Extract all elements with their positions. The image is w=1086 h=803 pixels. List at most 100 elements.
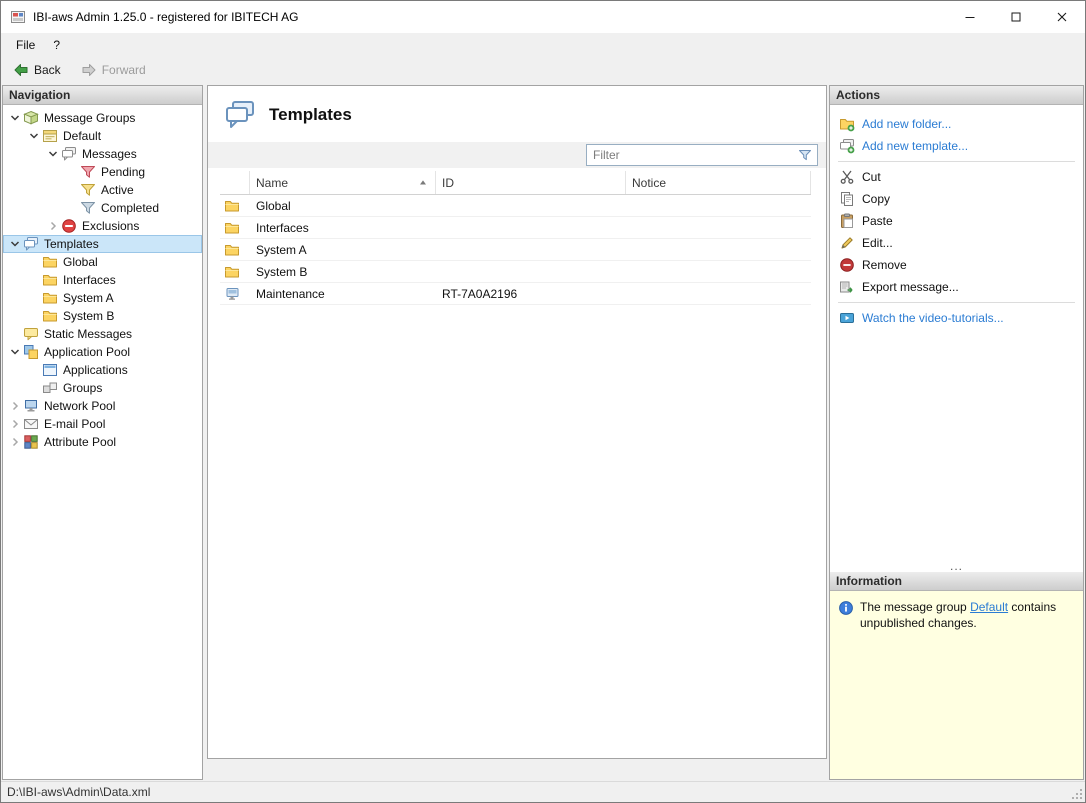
tree-item-application-pool[interactable]: Application Pool bbox=[3, 343, 202, 361]
back-button[interactable]: Back bbox=[7, 60, 67, 80]
table-row-global[interactable]: Global bbox=[220, 195, 811, 217]
cell-name: Global bbox=[250, 195, 436, 216]
cell-name: System A bbox=[250, 239, 436, 260]
tree-item-label: Default bbox=[63, 129, 101, 143]
chevron-down-icon[interactable] bbox=[7, 110, 23, 126]
main-panel: Templates NameIDNotice GlobalInterfacesS… bbox=[207, 85, 827, 759]
column-header-notice[interactable]: Notice bbox=[626, 171, 811, 194]
actions-list: Add new folder...Add new template... Cut C… bbox=[830, 105, 1083, 329]
default-group-link[interactable]: Default bbox=[970, 600, 1008, 614]
action-label: Watch the video-tutorials... bbox=[862, 311, 1004, 325]
chevron-right-icon[interactable] bbox=[7, 416, 23, 432]
groups-icon bbox=[42, 380, 58, 396]
cut-icon bbox=[839, 169, 855, 185]
tree-item-system-b[interactable]: System B bbox=[3, 307, 202, 325]
tree-item-completed[interactable]: Completed bbox=[3, 199, 202, 217]
tree-item-network-pool[interactable]: Network Pool bbox=[3, 397, 202, 415]
message-group-icon bbox=[42, 128, 58, 144]
actions-panel: Actions Add new folder...Add new templat… bbox=[829, 85, 1084, 780]
remove-icon bbox=[839, 257, 855, 273]
filter-input[interactable] bbox=[593, 148, 793, 162]
tree-item-active[interactable]: Active bbox=[3, 181, 202, 199]
menu-item-file[interactable]: File bbox=[7, 35, 44, 55]
templates-icon bbox=[23, 236, 39, 252]
separator bbox=[838, 302, 1075, 303]
tree-item-system-a[interactable]: System A bbox=[3, 289, 202, 307]
tree-item-applications[interactable]: Applications bbox=[3, 361, 202, 379]
template-icon bbox=[224, 286, 240, 302]
applications-icon bbox=[42, 362, 58, 378]
chevron-right-icon[interactable] bbox=[7, 398, 23, 414]
column-header-name[interactable]: Name bbox=[250, 171, 436, 194]
tree-item-label: Attribute Pool bbox=[44, 435, 116, 449]
main-header: Templates bbox=[208, 86, 826, 142]
action-paste[interactable]: Paste bbox=[830, 210, 1083, 232]
tree-item-attribute-pool[interactable]: Attribute Pool bbox=[3, 433, 202, 451]
folder-icon bbox=[42, 254, 58, 270]
window-controls bbox=[947, 1, 1085, 33]
tree-item-templates[interactable]: Templates bbox=[3, 235, 202, 253]
cell-id bbox=[436, 217, 626, 238]
app-icon bbox=[10, 9, 26, 25]
splitter-handle[interactable]: ... bbox=[830, 562, 1083, 572]
back-arrow-icon bbox=[13, 62, 29, 78]
tree-item-label: Static Messages bbox=[44, 327, 132, 341]
folder-icon bbox=[42, 272, 58, 288]
table-row-system-a[interactable]: System A bbox=[220, 239, 811, 261]
resize-grip-icon[interactable] bbox=[1068, 785, 1084, 801]
tree-item-e-mail-pool[interactable]: E-mail Pool bbox=[3, 415, 202, 433]
chevron-down-icon[interactable] bbox=[26, 128, 42, 144]
tree-item-label: Messages bbox=[82, 147, 137, 161]
action-add-new-folder[interactable]: Add new folder... bbox=[830, 113, 1083, 135]
action-edit[interactable]: Edit... bbox=[830, 232, 1083, 254]
action-export-message[interactable]: Export message... bbox=[830, 276, 1083, 298]
action-copy[interactable]: Copy bbox=[830, 188, 1083, 210]
tree-item-label: System B bbox=[63, 309, 114, 323]
cell-id bbox=[436, 261, 626, 282]
tree-item-interfaces[interactable]: Interfaces bbox=[3, 271, 202, 289]
tree-item-default[interactable]: Default bbox=[3, 127, 202, 145]
action-cut[interactable]: Cut bbox=[830, 166, 1083, 188]
tree-item-messages[interactable]: Messages bbox=[3, 145, 202, 163]
menu-item-[interactable]: ? bbox=[44, 35, 69, 55]
info-icon bbox=[838, 600, 854, 616]
row-icon-cell bbox=[220, 195, 250, 216]
tree-item-exclusions[interactable]: Exclusions bbox=[3, 217, 202, 235]
close-button[interactable] bbox=[1039, 1, 1085, 33]
forward-button[interactable]: Forward bbox=[75, 60, 152, 80]
content-area: Navigation Message GroupsDefaultMessages… bbox=[1, 83, 1085, 781]
tree-item-pending[interactable]: Pending bbox=[3, 163, 202, 181]
chevron-right-icon[interactable] bbox=[45, 218, 61, 234]
maximize-button[interactable] bbox=[993, 1, 1039, 33]
tree-item-message-groups[interactable]: Message Groups bbox=[3, 109, 202, 127]
action-watch-the-video-tutorials[interactable]: Watch the video-tutorials... bbox=[830, 307, 1083, 329]
tree-item-label: Network Pool bbox=[44, 399, 115, 413]
action-label: Copy bbox=[862, 192, 890, 206]
expander-spacer bbox=[26, 272, 42, 288]
menubar: File? bbox=[1, 33, 1085, 57]
attribute-pool-icon bbox=[23, 434, 39, 450]
table-row-system-b[interactable]: System B bbox=[220, 261, 811, 283]
column-header-id[interactable]: ID bbox=[436, 171, 626, 194]
back-label: Back bbox=[34, 63, 61, 77]
tree-item-static-messages[interactable]: Static Messages bbox=[3, 325, 202, 343]
forward-arrow-icon bbox=[81, 62, 97, 78]
action-add-new-template[interactable]: Add new template... bbox=[830, 135, 1083, 157]
tree-item-label: Interfaces bbox=[63, 273, 116, 287]
minimize-button[interactable] bbox=[947, 1, 993, 33]
folder-icon bbox=[42, 290, 58, 306]
table-row-interfaces[interactable]: Interfaces bbox=[220, 217, 811, 239]
tree-item-groups[interactable]: Groups bbox=[3, 379, 202, 397]
chevron-down-icon[interactable] bbox=[7, 236, 23, 252]
tree-item-global[interactable]: Global bbox=[3, 253, 202, 271]
chevron-down-icon[interactable] bbox=[7, 344, 23, 360]
cell-id bbox=[436, 239, 626, 260]
table-row-maintenance[interactable]: MaintenanceRT-7A0A2196 bbox=[220, 283, 811, 305]
action-remove[interactable]: Remove bbox=[830, 254, 1083, 276]
filter-funnel-icon[interactable] bbox=[797, 147, 813, 163]
chevron-right-icon[interactable] bbox=[7, 434, 23, 450]
cell-id bbox=[436, 195, 626, 216]
active-filter-icon bbox=[80, 182, 96, 198]
edit-icon bbox=[839, 235, 855, 251]
chevron-down-icon[interactable] bbox=[45, 146, 61, 162]
